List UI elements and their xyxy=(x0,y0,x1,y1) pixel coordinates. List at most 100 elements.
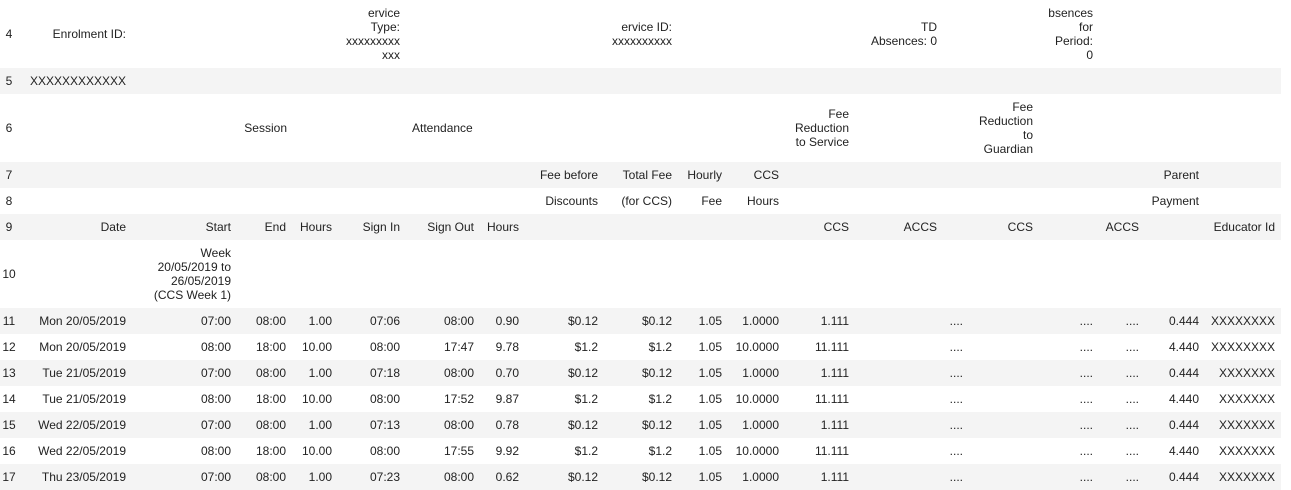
attendance-hours-cell: 0.62 xyxy=(495,470,519,484)
end-cell: 08:00 xyxy=(255,314,286,328)
td-absences-label: TD Absences: 0 xyxy=(870,20,937,48)
start-cell: 08:00 xyxy=(200,392,231,406)
sign-out-header: Sign Out xyxy=(427,220,474,234)
parent-payment-cell: 0.444 xyxy=(1168,418,1199,432)
row-8: 8 Discounts (for CCS) Fee Hours Payment xyxy=(0,188,1281,214)
fee-reduction-service-header: Fee Reduction to Service xyxy=(794,107,849,149)
fee-before-cell: $0.12 xyxy=(567,366,598,380)
parent-payment-cell: 0.444 xyxy=(1168,366,1199,380)
row-4: 4 Enrolment ID: ervice Type: xxxxxxxxx x… xyxy=(0,0,1281,68)
ccs-guardian-header: CCS xyxy=(1007,220,1033,234)
ccs-service-cell: 1.111 xyxy=(820,366,849,380)
table-row: 15 Wed 22/05/2019 07:00 08:00 1.00 07:13 08:00… xyxy=(0,412,1281,438)
start-cell: 08:00 xyxy=(200,444,231,458)
accs-guardian-cell: .... xyxy=(1125,444,1139,458)
parent-payment-cell: 4.440 xyxy=(1168,444,1199,458)
ccs-guardian-cell: .... xyxy=(1079,392,1093,406)
ccs-service-header: CCS xyxy=(823,220,849,234)
ccs-hours-cell: 1.0000 xyxy=(742,366,779,380)
sign-out-cell: 08:00 xyxy=(443,418,474,432)
sign-in-header: Sign In xyxy=(362,220,400,234)
ccs-hours-header: CCS xyxy=(753,168,779,182)
accs-guardian-cell: .... xyxy=(1125,340,1139,354)
hourly-fee-cell: 1.05 xyxy=(698,314,722,328)
attendance-hours-cell: 0.78 xyxy=(495,418,519,432)
accs-guardian-cell: .... xyxy=(1125,366,1139,380)
hourly-fee-cell: 1.05 xyxy=(698,392,722,406)
end-cell: 18:00 xyxy=(255,340,286,354)
attendance-hours-cell: 9.87 xyxy=(495,392,519,406)
row-number: 13 xyxy=(2,366,16,380)
sign-in-cell: 08:00 xyxy=(369,392,400,406)
ccs-service-cell: 1.111 xyxy=(820,418,849,432)
ccs-service-cell: 11.111 xyxy=(814,444,849,458)
row-number: 5 xyxy=(5,74,13,88)
attendance-hours-cell: 0.70 xyxy=(495,366,519,380)
end-cell: 08:00 xyxy=(255,470,286,484)
sign-out-cell: 08:00 xyxy=(443,366,474,380)
sign-in-cell: 08:00 xyxy=(369,444,400,458)
educator-id-cell: XXXXXXX xyxy=(1218,392,1275,406)
accs-guardian-cell: .... xyxy=(1125,314,1139,328)
absences-for-period-label: bsences for Period: 0 xyxy=(1048,6,1093,62)
table-row: 14 Tue 21/05/2019 08:00 18:00 10.00 08:00 17:5… xyxy=(0,386,1281,412)
ccs-guardian-cell: .... xyxy=(1079,470,1093,484)
educator-id-cell: XXXXXXX xyxy=(1218,418,1275,432)
start-cell: 07:00 xyxy=(200,366,231,380)
row-number: 7 xyxy=(5,168,13,182)
accs-service-cell: .... xyxy=(949,470,963,484)
date-cell: Wed 22/05/2019 xyxy=(38,418,126,432)
accs-service-cell: .... xyxy=(949,340,963,354)
ccs-guardian-cell: .... xyxy=(1079,314,1093,328)
fee-before-cell: $1.2 xyxy=(574,392,598,406)
session-hours-header: Hours xyxy=(299,220,332,234)
accs-service-cell: .... xyxy=(949,392,963,406)
payment-header: Payment xyxy=(1151,194,1199,208)
accs-service-cell: .... xyxy=(949,418,963,432)
end-cell: 18:00 xyxy=(255,444,286,458)
session-hours-cell: 10.00 xyxy=(301,444,332,458)
hourly-fee-cell: 1.05 xyxy=(698,366,722,380)
ccs-service-cell: 1.111 xyxy=(820,470,849,484)
attendance-hours-cell: 9.78 xyxy=(495,340,519,354)
fee-before-cell: $0.12 xyxy=(567,314,598,328)
row-number: 6 xyxy=(5,121,13,135)
service-id-label: ervice ID: xxxxxxxxxx xyxy=(612,20,672,48)
total-fee-cell: $0.12 xyxy=(641,470,672,484)
row-number: 12 xyxy=(2,340,16,354)
accs-guardian-cell: .... xyxy=(1125,470,1139,484)
table-row: 11 Mon 20/05/2019 07:00 08:00 1.00 07:06 08:00… xyxy=(0,308,1281,334)
table-row: 12 Mon 20/05/2019 08:00 18:00 10.00 08:00 17:4… xyxy=(0,334,1281,360)
parent-payment-cell: 0.444 xyxy=(1168,314,1199,328)
accs-service-cell: .... xyxy=(949,444,963,458)
fee-before-cell: $0.12 xyxy=(567,418,598,432)
row-6: 6 Session Attendance Fee Reduction to Se… xyxy=(0,94,1281,162)
session-hours-cell: 10.00 xyxy=(301,392,332,406)
session-hours-cell: 1.00 xyxy=(308,366,332,380)
row-number: 10 xyxy=(2,267,16,281)
ccs-guardian-cell: .... xyxy=(1079,418,1093,432)
attendance-hours-cell: 0.90 xyxy=(495,314,519,328)
accs-guardian-header: ACCS xyxy=(1105,220,1139,234)
session-hours-cell: 10.00 xyxy=(301,340,332,354)
start-cell: 07:00 xyxy=(200,470,231,484)
start-cell: 07:00 xyxy=(200,314,231,328)
row-number: 4 xyxy=(5,27,13,41)
end-cell: 18:00 xyxy=(255,392,286,406)
table-row: 17 Thu 23/05/2019 07:00 08:00 1.00 07:23 08:00… xyxy=(0,464,1281,490)
row-10: 10 Week 20/05/2019 to 26/05/2019 (CCS We… xyxy=(0,240,1281,308)
ccs-hours-cell: 10.0000 xyxy=(735,392,779,406)
start-cell: 08:00 xyxy=(200,340,231,354)
sign-out-cell: 17:47 xyxy=(443,340,474,354)
fee-before-cell: $0.12 xyxy=(567,470,598,484)
row-7: 7 Fee before Total Fee Hourly CCS Parent xyxy=(0,162,1281,188)
sign-out-cell: 17:55 xyxy=(443,444,474,458)
row-number: 11 xyxy=(2,314,16,328)
row-5: 5 XXXXXXXXXXXX xyxy=(0,68,1281,94)
sign-in-cell: 07:18 xyxy=(369,366,400,380)
hourly-fee-cell: 1.05 xyxy=(698,418,722,432)
total-fee-header: Total Fee xyxy=(622,168,672,182)
sign-in-cell: 07:06 xyxy=(369,314,400,328)
accs-service-header: ACCS xyxy=(903,220,937,234)
enrolment-id-label: Enrolment ID: xyxy=(52,27,126,41)
